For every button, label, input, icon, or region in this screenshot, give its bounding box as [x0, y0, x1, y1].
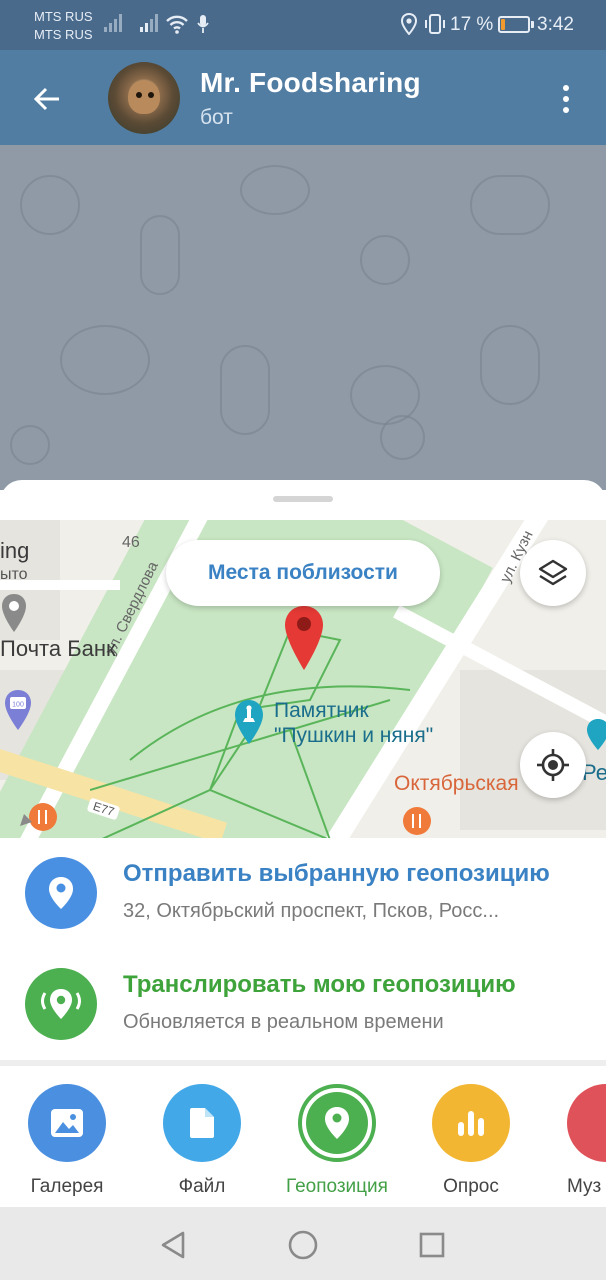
landmark-label[interactable]: Памятник "Пушкин и няня" — [274, 698, 433, 748]
direction-arrow-icon — [20, 814, 32, 826]
battery-percent: 17 % — [450, 14, 494, 35]
file-label: Файл — [178, 1176, 226, 1197]
wifi-icon — [166, 15, 188, 34]
avatar-eye — [136, 92, 142, 98]
poll-icon — [458, 1111, 484, 1136]
chat-background[interactable] — [0, 145, 606, 490]
location-button[interactable] — [298, 1084, 376, 1162]
map-poi-icon[interactable] — [586, 718, 606, 752]
nav-back-button[interactable] — [153, 1225, 193, 1265]
nearby-places-label: Места поблизости — [208, 561, 398, 584]
map-label-oktyabrskaya[interactable]: Октябрьская — [394, 772, 519, 796]
signal-icon — [140, 14, 158, 32]
map-label: ing — [0, 538, 30, 563]
my-location-button[interactable] — [520, 732, 586, 798]
send-location-title: Отправить выбранную геопозицию — [123, 860, 550, 887]
overflow-menu-icon[interactable] — [548, 76, 584, 122]
map-place-icon[interactable] — [0, 592, 28, 636]
location-icon — [400, 13, 418, 35]
battery-icon — [498, 16, 530, 33]
carrier-label: MTS RUS — [34, 9, 93, 24]
map-badge-100: 100 — [12, 702, 24, 709]
sheet-handle[interactable] — [273, 496, 333, 502]
gallery-icon — [51, 1109, 83, 1137]
back-arrow-icon — [33, 87, 59, 111]
music-button[interactable] — [567, 1084, 606, 1162]
map-view[interactable]: ing ыто 46 ул. Свердлова ул. Кузн Почта … — [0, 520, 606, 838]
chat-title[interactable]: Mr. Foodsharing — [200, 67, 421, 99]
live-location-icon — [25, 968, 97, 1040]
nav-recents-button[interactable] — [412, 1225, 452, 1265]
map-label: ыто — [0, 566, 28, 583]
poll-label: Опрос — [443, 1176, 499, 1197]
mic-icon — [197, 15, 209, 33]
send-selected-location-row[interactable]: Отправить выбранную геопозицию 32, Октяб… — [0, 838, 606, 948]
map-layers-button[interactable] — [520, 540, 586, 606]
battery-cap — [531, 21, 534, 28]
location-label: Геопозиция — [286, 1176, 388, 1197]
avatar[interactable] — [108, 62, 180, 134]
avatar-face — [128, 80, 160, 114]
share-live-location-row[interactable]: Транслировать мою геопозицию Обновляется… — [0, 949, 606, 1059]
send-location-icon — [25, 857, 97, 929]
my-location-icon — [537, 749, 569, 781]
signal-icon — [104, 14, 122, 32]
file-button[interactable] — [163, 1084, 241, 1162]
music-label: Муз — [567, 1176, 602, 1197]
restaurant-icon[interactable] — [402, 806, 432, 838]
vibrate-icon — [425, 14, 445, 34]
poll-button[interactable] — [432, 1084, 510, 1162]
clock: 3:42 — [537, 14, 574, 35]
location-pin-icon — [325, 1107, 349, 1139]
attach-sheet: ing ыто 46 ул. Свердлова ул. Кузн Почта … — [0, 480, 606, 1207]
chat-subtitle: бот — [200, 106, 233, 129]
layers-icon — [538, 559, 568, 586]
avatar-eye — [148, 92, 154, 98]
live-location-subtitle: Обновляется в реальном времени — [123, 1011, 444, 1033]
file-icon — [190, 1108, 214, 1138]
carrier-label: MTS RUS — [34, 27, 93, 42]
gallery-label: Галерея — [30, 1176, 104, 1197]
landmark-icon[interactable] — [232, 698, 266, 746]
nav-home-icon — [288, 1230, 318, 1260]
play-icon — [591, 1108, 606, 1138]
gallery-button[interactable] — [28, 1084, 106, 1162]
nearby-places-button[interactable]: Места поблизости — [166, 540, 440, 606]
chat-header: Mr. Foodsharing бот — [0, 50, 606, 145]
live-location-title: Транслировать мою геопозицию — [123, 971, 516, 998]
building-number: 46 — [122, 534, 140, 551]
nav-back-icon — [161, 1231, 185, 1259]
system-nav-bar — [0, 1207, 606, 1280]
nav-recents-icon — [419, 1232, 445, 1258]
status-bar: MTS RUS MTS RUS 17 % 3:42 — [0, 0, 606, 50]
send-location-address: 32, Октябрьский проспект, Псков, Росс... — [123, 900, 500, 922]
back-button[interactable] — [24, 76, 70, 122]
selected-location-pin-icon[interactable] — [282, 604, 326, 672]
battery-level — [501, 19, 505, 30]
attach-type-bar: Галерея Файл Геопозиция Опрос Муз — [0, 1066, 606, 1207]
map-label-bank[interactable]: Почта Банк — [0, 636, 116, 662]
map-badge-icon[interactable]: 100 — [3, 688, 33, 734]
nav-home-button[interactable] — [283, 1225, 323, 1265]
